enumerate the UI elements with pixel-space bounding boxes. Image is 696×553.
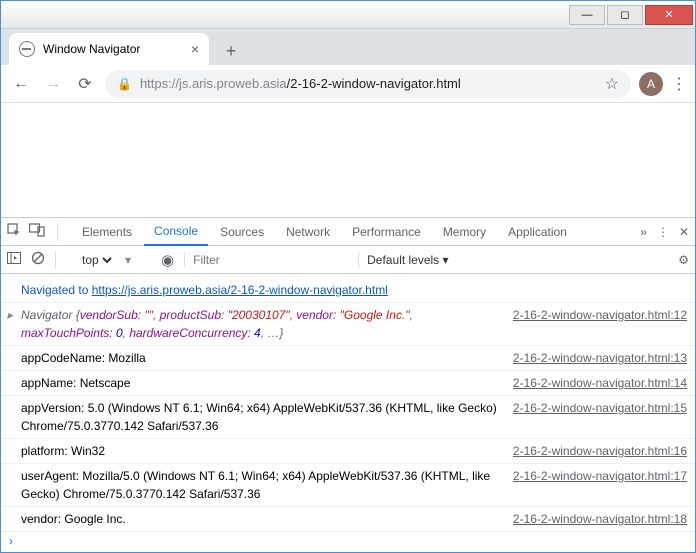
devtools-close-icon[interactable]: ✕ bbox=[679, 225, 689, 239]
console-toolbar: top ▾ ◉ Default levels ▾ ⚙ bbox=[1, 246, 695, 274]
separator bbox=[55, 251, 68, 269]
nav-url-link[interactable]: https://js.aris.proweb.asia/2-16-2-windo… bbox=[92, 283, 388, 297]
profile-avatar[interactable]: A bbox=[639, 72, 663, 96]
browser-toolbar: ← → ⟳ 🔒 https://js.aris.proweb.asia/2-16… bbox=[1, 65, 695, 103]
object-name: Navigator bbox=[21, 308, 76, 322]
console-prompt[interactable]: › bbox=[1, 532, 695, 550]
console-log-row: appVersion: 5.0 (Windows NT 6.1; Win64; … bbox=[1, 396, 695, 439]
console-log-row: userAgent: Mozilla/5.0 (Windows NT 6.1; … bbox=[1, 464, 695, 507]
log-text: vendor: Google Inc. bbox=[21, 510, 505, 528]
log-text: userAgent: Mozilla/5.0 (Windows NT 6.1; … bbox=[21, 467, 505, 503]
tab-strip: Window Navigator × + bbox=[1, 29, 695, 65]
more-tabs-icon[interactable]: » bbox=[640, 225, 647, 239]
window-titlebar: — ◻ ✕ bbox=[1, 1, 695, 29]
source-link[interactable]: 2-16-2-window-navigator.html:14 bbox=[505, 374, 687, 392]
source-link[interactable]: 2-16-2-window-navigator.html:15 bbox=[505, 399, 687, 417]
url-text: https://js.aris.proweb.asia/2-16-2-windo… bbox=[140, 76, 461, 91]
tab-application[interactable]: Application bbox=[498, 218, 577, 246]
console-log-row: vendor: Google Inc. 2-16-2-window-naviga… bbox=[1, 507, 695, 532]
window-minimize-button[interactable]: — bbox=[569, 5, 605, 25]
console-settings-icon[interactable]: ⚙ bbox=[678, 253, 689, 267]
tab-performance[interactable]: Performance bbox=[342, 218, 431, 246]
console-filter-input[interactable] bbox=[184, 253, 348, 267]
log-text: appCodeName: Mozilla bbox=[21, 349, 505, 367]
console-navigation-row: Navigated to https://js.aris.proweb.asia… bbox=[1, 278, 695, 303]
log-levels-select[interactable]: Default levels ▾ bbox=[358, 253, 448, 267]
source-link[interactable]: 2-16-2-window-navigator.html:16 bbox=[505, 442, 687, 460]
lock-icon: 🔒 bbox=[117, 77, 132, 91]
browser-tab[interactable]: Window Navigator × bbox=[9, 33, 209, 65]
forward-button[interactable]: → bbox=[41, 72, 65, 96]
bookmark-star-icon[interactable]: ☆ bbox=[605, 74, 619, 94]
nav-prefix: Navigated to bbox=[21, 283, 92, 297]
globe-icon bbox=[19, 41, 35, 57]
tab-console[interactable]: Console bbox=[144, 218, 208, 246]
console-log-row: appName: Netscape 2-16-2-window-navigato… bbox=[1, 371, 695, 396]
log-text: appName: Netscape bbox=[21, 374, 505, 392]
log-text: appVersion: 5.0 (Windows NT 6.1; Win64; … bbox=[21, 399, 505, 435]
console-log-row: platform: Win32 2-16-2-window-navigator.… bbox=[1, 439, 695, 464]
reload-button[interactable]: ⟳ bbox=[73, 72, 97, 96]
devtools-panel: Elements Console Sources Network Perform… bbox=[1, 217, 695, 550]
page-content bbox=[1, 103, 695, 217]
devtools-tab-bar: Elements Console Sources Network Perform… bbox=[1, 218, 695, 246]
tab-elements[interactable]: Elements bbox=[72, 218, 142, 246]
window-maximize-button[interactable]: ◻ bbox=[607, 5, 643, 25]
tab-memory[interactable]: Memory bbox=[433, 218, 496, 246]
new-tab-button[interactable]: + bbox=[217, 37, 245, 65]
inspect-element-icon[interactable] bbox=[7, 223, 21, 240]
expand-arrow-icon[interactable]: ▸ bbox=[7, 306, 13, 324]
console-object-row: ▸ Navigator {vendorSub: "", productSub: … bbox=[1, 303, 695, 346]
close-tab-icon[interactable]: × bbox=[191, 41, 199, 57]
live-expression-icon[interactable]: ◉ bbox=[161, 251, 174, 269]
devtools-menu-icon[interactable]: ⋮ bbox=[657, 225, 669, 239]
tab-network[interactable]: Network bbox=[276, 218, 340, 246]
tab-sources[interactable]: Sources bbox=[210, 218, 274, 246]
clear-console-icon[interactable] bbox=[31, 251, 45, 268]
source-link[interactable]: 2-16-2-window-navigator.html:13 bbox=[505, 349, 687, 367]
separator bbox=[57, 223, 70, 241]
console-log-row: appCodeName: Mozilla 2-16-2-window-navig… bbox=[1, 346, 695, 371]
tab-title: Window Navigator bbox=[43, 42, 140, 56]
device-toggle-icon[interactable] bbox=[29, 223, 45, 240]
back-button[interactable]: ← bbox=[9, 72, 33, 96]
source-link[interactable]: 2-16-2-window-navigator.html:18 bbox=[505, 510, 687, 528]
address-bar[interactable]: 🔒 https://js.aris.proweb.asia/2-16-2-win… bbox=[105, 70, 631, 98]
execution-context-select[interactable]: top bbox=[78, 252, 115, 268]
window-close-button[interactable]: ✕ bbox=[645, 5, 693, 25]
browser-menu-button[interactable]: ⋮ bbox=[671, 74, 687, 94]
console-output: Navigated to https://js.aris.proweb.asia… bbox=[1, 274, 695, 550]
source-link[interactable]: 2-16-2-window-navigator.html:17 bbox=[505, 467, 687, 485]
log-text: platform: Win32 bbox=[21, 442, 505, 460]
console-sidebar-toggle-icon[interactable] bbox=[7, 252, 21, 267]
source-link[interactable]: 2-16-2-window-navigator.html:12 bbox=[505, 306, 687, 324]
